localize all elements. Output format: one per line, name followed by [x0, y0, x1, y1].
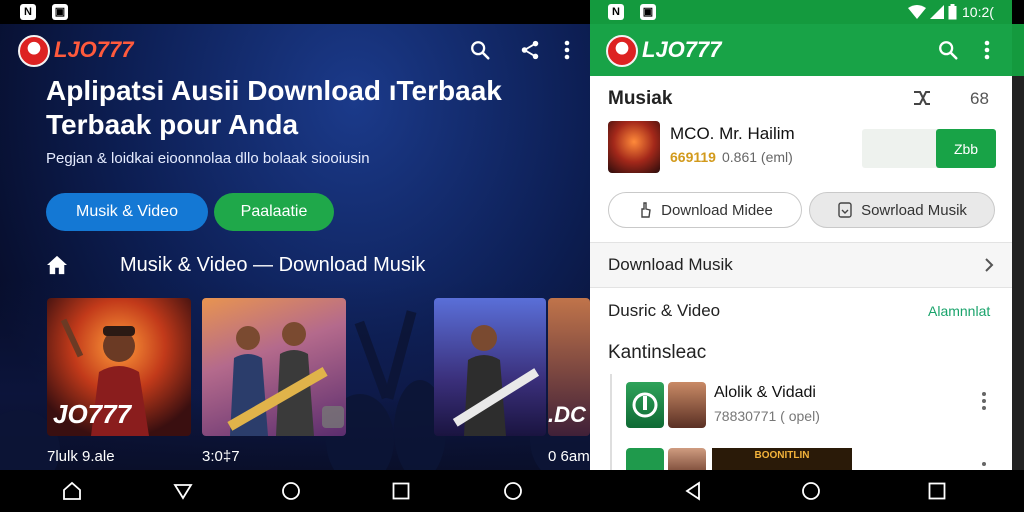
download-video-button[interactable]: Download Midee — [608, 192, 802, 228]
more-vert-icon[interactable] — [973, 36, 1001, 64]
status-bar: N ▣ — [0, 0, 590, 24]
download-video-label: Download Midee — [661, 201, 773, 219]
list-heading: Kantinsleac — [608, 342, 707, 363]
chip-paalaatie[interactable]: Paalaatie — [214, 193, 334, 231]
chip-musik-video[interactable]: Musik & Video — [46, 193, 208, 231]
more-vert-icon[interactable] — [553, 36, 581, 64]
navigation-bar — [0, 470, 1024, 512]
screen: N ▣ LJO777 Aplipatsi Ausii Download ıTer… — [0, 0, 1024, 512]
list-item[interactable]: Alolik & Vidadi 78830771 ( opel) — [590, 378, 1012, 434]
more-vert-icon[interactable] — [982, 462, 988, 466]
track-cover[interactable] — [608, 121, 660, 173]
track-rating-digits: 669119 — [670, 149, 716, 165]
recents-icon[interactable] — [924, 478, 950, 504]
home-button-icon[interactable] — [798, 478, 824, 504]
app-name: LJO777 — [54, 37, 134, 62]
menu-row-label: Download Musik — [608, 255, 733, 274]
more-vert-icon[interactable] — [982, 392, 988, 410]
artist-image — [227, 322, 344, 436]
back-icon[interactable] — [170, 478, 196, 504]
hero-title-line: Aplipatsi Ausii Download ıTerbaak — [46, 75, 502, 106]
home-outline-icon[interactable] — [59, 478, 85, 504]
edge-strip — [1012, 0, 1024, 470]
app-bar: LJO777 — [590, 24, 1012, 76]
search-icon[interactable] — [934, 36, 962, 64]
chevron-right-icon — [985, 258, 994, 272]
recents-icon[interactable] — [388, 478, 414, 504]
app-logo — [606, 35, 638, 67]
status-time: 10:2( — [962, 4, 994, 20]
hero-subtitle: Pegjan & loidkai eioonnolaa dllo bolaak … — [46, 150, 370, 167]
menu-row-download-musik[interactable]: Download Musik — [590, 243, 1012, 287]
signal-icon — [930, 5, 944, 19]
wifi-icon — [908, 5, 926, 19]
card-caption: .DC — [548, 402, 586, 427]
list-item-meta: 78830771 ( opel) — [714, 408, 820, 424]
download-music-label: Sowrload Musik — [861, 201, 967, 219]
search-icon[interactable] — [466, 36, 494, 64]
hand-icon — [641, 202, 651, 218]
section-counter: 68 — [970, 89, 989, 108]
right-app-screen: N ▣ 10:2( LJO777 Musiak 68 MCO. Mr. Hail… — [590, 0, 1012, 470]
menu-row-label: Dusric & Video — [608, 301, 721, 320]
card-label: 7lulk 9.ale — [47, 448, 115, 465]
back-icon[interactable] — [680, 478, 706, 504]
track-title: MCO. Mr. Hailim — [670, 124, 795, 143]
app-bar: LJO777 — [0, 24, 590, 76]
list-item-title: Alolik & Vidadi — [714, 384, 816, 401]
file-icon — [838, 202, 852, 218]
media-card[interactable]: .DC — [548, 298, 590, 436]
home-button-icon[interactable] — [278, 478, 304, 504]
left-app-screen: N ▣ LJO777 Aplipatsi Ausii Download ıTer… — [0, 0, 590, 512]
notification-icon: N — [20, 4, 36, 20]
card-label: 0 6am — [548, 448, 590, 465]
battery-icon — [948, 4, 957, 20]
notification-icon: ▣ — [640, 4, 656, 20]
section-label: Musik & Video — Download Musik — [120, 254, 426, 276]
artist-thumb — [668, 382, 706, 428]
menu-row-link[interactable]: Alamnnlat — [928, 303, 990, 319]
section-row: Musik & Video — Download Musik — [46, 252, 566, 280]
home-icon[interactable] — [46, 255, 68, 275]
status-bar: N ▣ 10:2( — [590, 0, 1012, 24]
notification-icon: N — [608, 4, 624, 20]
artist-image — [452, 325, 540, 436]
app-icon — [626, 382, 664, 428]
shuffle-icon[interactable] — [912, 89, 932, 107]
media-card[interactable] — [434, 298, 546, 436]
hero-title-line: Terbaak pour Anda — [46, 109, 299, 140]
promo-banner: BOONITLIN — [712, 448, 852, 470]
home-button-icon[interactable] — [500, 478, 526, 504]
artist-thumb — [668, 448, 706, 470]
app-logo — [18, 35, 50, 67]
list-item[interactable]: BOONITLIN — [590, 444, 1012, 470]
app-name: LJO777 — [642, 37, 722, 62]
track-action-button[interactable]: Zbb — [936, 129, 996, 168]
media-card[interactable] — [202, 298, 346, 436]
card-caption: JO777 — [53, 399, 132, 429]
menu-row-music-video: Dusric & Video Alamnnlat — [590, 288, 1012, 332]
card-label: 3:0‡7 — [202, 448, 240, 465]
track-meta: 0.861 (eml) — [722, 149, 793, 165]
app-icon — [626, 448, 664, 470]
notification-icon: ▣ — [52, 4, 68, 20]
section-title: Musiak — [608, 88, 673, 109]
hero-title: Aplipatsi Ausii Download ıTerbaak Terbaa… — [46, 74, 566, 142]
share-icon[interactable] — [516, 36, 544, 64]
download-music-button[interactable]: Sowrload Musik — [809, 192, 995, 228]
media-card[interactable]: JO777 — [47, 298, 191, 436]
